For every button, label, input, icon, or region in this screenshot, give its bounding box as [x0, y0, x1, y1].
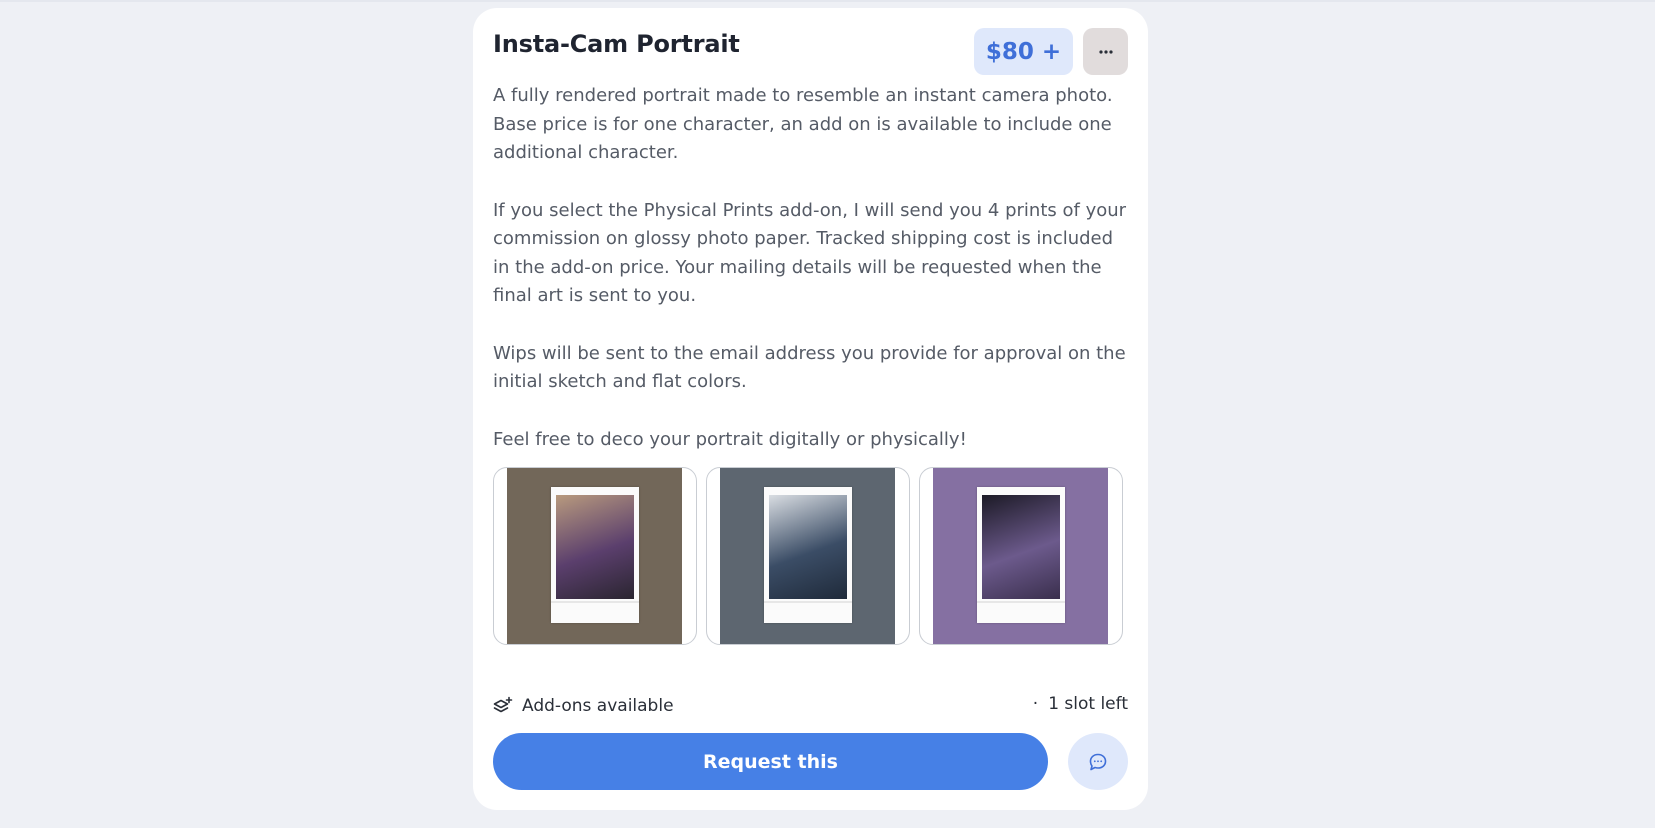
separator-dot: ·: [1032, 694, 1039, 714]
portrait-photo: [556, 495, 634, 599]
polaroid-frame: [764, 487, 852, 623]
addons-indicator: Add-ons available: [493, 694, 674, 718]
layers-plus-icon: [493, 696, 513, 713]
request-button[interactable]: Request this: [493, 733, 1048, 790]
slots-label: 1 slot left: [1048, 694, 1128, 714]
gallery-image-3[interactable]: [919, 467, 1123, 645]
top-divider: [0, 0, 1655, 2]
description-paragraph: Wips will be sent to the email address y…: [493, 342, 1126, 393]
description-paragraph: Feel free to deco your portrait digitall…: [493, 428, 967, 450]
slots-remaining: · 1 slot left: [1033, 694, 1128, 714]
portrait-photo: [769, 495, 847, 599]
polaroid-frame: [551, 487, 639, 623]
example-gallery: [493, 467, 1128, 645]
description-paragraph: A fully rendered portrait made to resemb…: [493, 85, 1113, 163]
portrait-photo: [982, 495, 1060, 599]
description-paragraph: If you select the Physical Prints add-on…: [493, 199, 1127, 307]
commission-description: A fully rendered portrait made to resemb…: [493, 82, 1133, 483]
gallery-image-1[interactable]: [493, 467, 697, 645]
polaroid-frame: [977, 487, 1065, 623]
commission-card: Insta-Cam Portrait $80 + A fully rendere…: [473, 8, 1148, 810]
gallery-image-2[interactable]: [706, 467, 910, 645]
price-badge: $80 +: [974, 28, 1073, 75]
ellipsis-icon: [1098, 49, 1113, 54]
chat-bubble-icon: [1089, 753, 1107, 770]
addons-label: Add-ons available: [522, 696, 674, 716]
message-button[interactable]: [1068, 733, 1128, 790]
commission-title: Insta-Cam Portrait: [493, 30, 740, 58]
more-options-button[interactable]: [1083, 28, 1128, 75]
